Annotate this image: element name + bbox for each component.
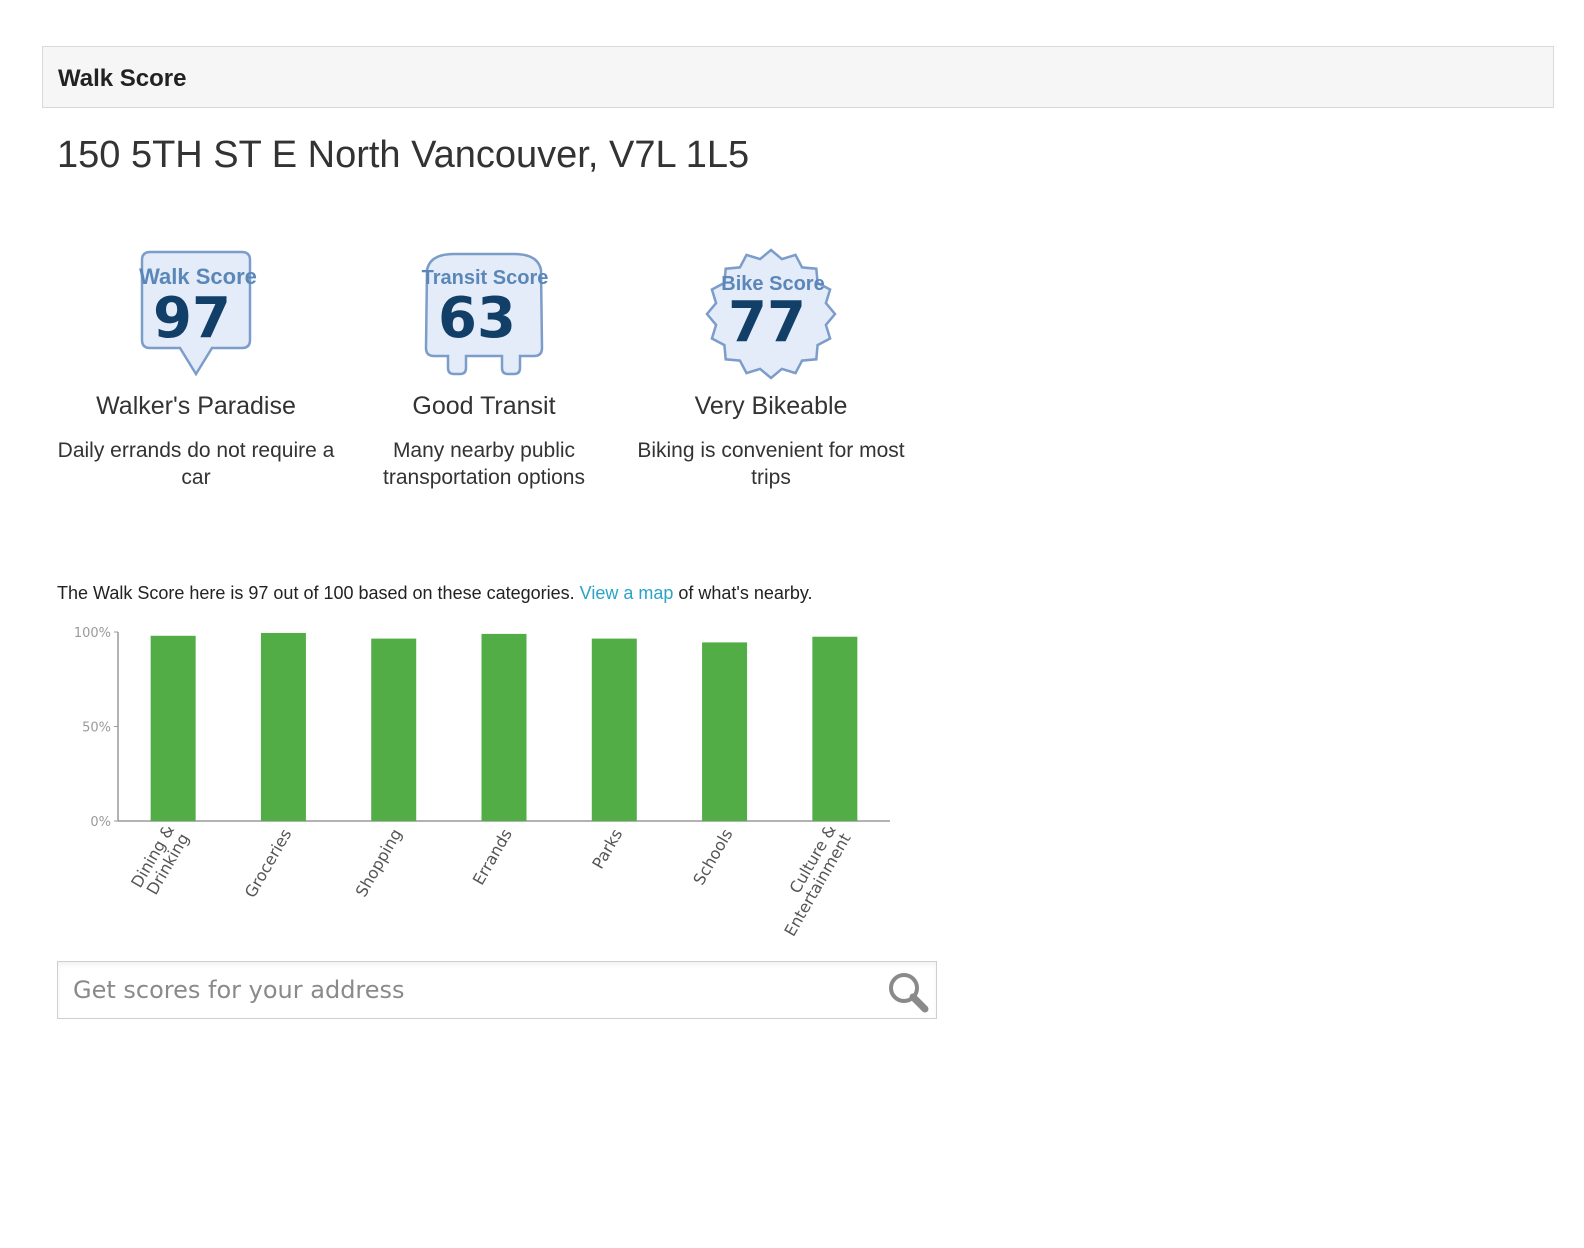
view-map-link[interactable]: View a map (580, 583, 674, 603)
summary-text: of what's nearby. (673, 583, 813, 603)
walk-score-summary: The Walk Score here is 97 out of 100 bas… (57, 583, 813, 604)
bar-3 (481, 633, 527, 821)
walk-score-value: 97 (153, 286, 231, 351)
category-label-1: Groceries (241, 826, 296, 902)
transit-score-description-line: Many nearby public (392, 439, 576, 462)
bike-score-description-line: trips (751, 466, 791, 489)
transit-score-description: Many nearby public transportation option… (339, 437, 629, 491)
category-label-line: Schools (689, 826, 736, 889)
category-label-3: Errands (469, 826, 516, 889)
transit-score-value: 63 (438, 286, 516, 351)
magnifier-icon[interactable] (886, 970, 930, 1014)
y-tick-label: 100% (74, 626, 111, 641)
address-search-input[interactable] (58, 962, 878, 1018)
bar-0 (150, 635, 196, 821)
walk-score-card: Walk Score 97 Walker's Paradise Daily er… (51, 244, 341, 491)
bar-1 (260, 632, 306, 821)
y-tick-label: 0% (90, 815, 111, 830)
category-label-5: Schools (689, 826, 736, 889)
category-label-line: Shopping (352, 826, 406, 901)
category-label-line: Errands (469, 826, 516, 889)
bike-score-card: Bike Score 77 Very Bikeable Biking is co… (626, 244, 916, 491)
bar-4 (591, 638, 637, 821)
bike-score-description: Biking is convenient for most trips (626, 437, 916, 491)
transit-score-bus-badge-icon: Transit Score 63 (422, 252, 548, 376)
panel-title: Walk Score (58, 65, 187, 92)
transit-score-card: Transit Score 63 Good Transit Many nearb… (339, 244, 629, 491)
bar-5 (702, 642, 748, 821)
transit-score-description-line: transportation options (383, 466, 585, 489)
walk-score-description: Daily errands do not require a car (51, 437, 341, 491)
address-search-box (57, 961, 937, 1019)
category-label-2: Shopping (352, 826, 406, 901)
category-label-line: Parks (588, 826, 626, 873)
summary-text: The Walk Score here is 97 out of 100 bas… (57, 583, 580, 603)
category-label-4: Parks (588, 826, 626, 873)
page-title-address: 150 5TH ST E North Vancouver, V7L 1L5 (57, 134, 750, 176)
bike-score-gear-badge-icon: Bike Score 77 (705, 248, 837, 380)
transit-score-label: Good Transit (412, 392, 556, 420)
walk-score-badge-icon: Walk Score 97 (139, 250, 257, 377)
bike-score-description-line: Biking is convenient for most (637, 439, 905, 462)
walk-score-description-line: car (181, 466, 211, 489)
bar-2 (371, 638, 417, 821)
walk-score-description-line: Daily errands do not require a (57, 439, 335, 462)
category-label-line: Groceries (241, 826, 296, 902)
bike-score-label: Very Bikeable (694, 392, 848, 420)
bar-6 (812, 636, 858, 821)
panel-header: Walk Score (42, 46, 1554, 108)
category-label-0: Dining &Drinking (127, 822, 193, 900)
walk-score-label: Walker's Paradise (96, 392, 296, 420)
y-tick-label: 50% (82, 721, 111, 736)
bike-score-value: 77 (728, 290, 806, 355)
category-label-6: Culture &Entertainment (766, 822, 855, 940)
category-bar-chart: 100% 50% 0% Dining &Drinking Groceries Shoppi… (74, 626, 890, 940)
